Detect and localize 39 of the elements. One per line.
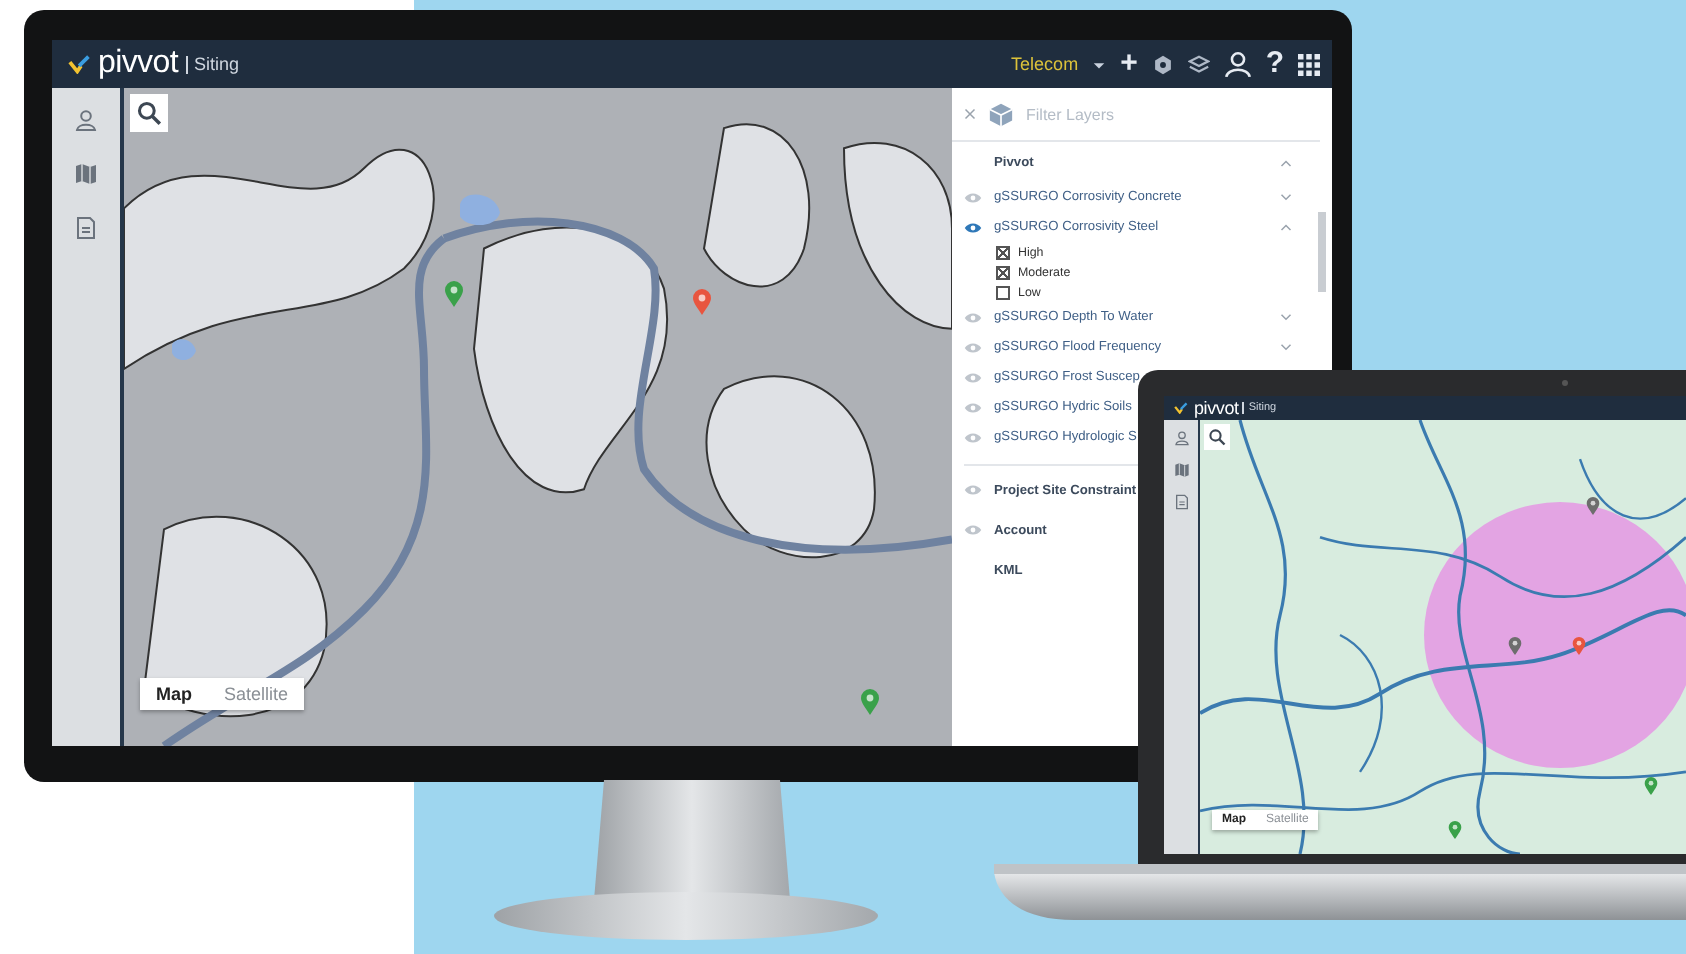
map-pin-icon[interactable]: [1586, 496, 1600, 516]
help-button[interactable]: ?: [1265, 48, 1284, 80]
checkbox[interactable]: [996, 245, 1010, 259]
chevron-icon[interactable]: [1280, 312, 1292, 322]
camera-icon: [1562, 380, 1568, 386]
product-name: Siting: [186, 55, 240, 73]
map-pin-icon[interactable]: [860, 688, 880, 716]
map-pin-icon[interactable]: [1572, 636, 1586, 656]
map-pin-icon[interactable]: [1448, 820, 1462, 840]
workspace-dropdown[interactable]: Telecom: [1011, 54, 1079, 74]
hexagon-icon[interactable]: [1151, 53, 1174, 75]
logo-icon: [68, 54, 94, 74]
chevron-icon[interactable]: [1280, 192, 1292, 202]
user-icon[interactable]: [1223, 50, 1252, 78]
map-type-tab[interactable]: Map: [140, 678, 208, 710]
map-pin-icon[interactable]: [1508, 636, 1522, 656]
scrollbar[interactable]: [1318, 212, 1326, 292]
map-icon[interactable]: [1173, 462, 1189, 478]
chevron-icon[interactable]: [1280, 342, 1292, 352]
logo-icon: [1174, 402, 1190, 414]
map-pin-icon[interactable]: [1644, 776, 1658, 796]
eye-icon[interactable]: [964, 221, 982, 233]
logo-text: pivvot: [98, 46, 178, 82]
checkbox[interactable]: [996, 285, 1010, 299]
search-button[interactable]: [1204, 424, 1230, 450]
search-button[interactable]: [130, 94, 168, 132]
map-pin-icon[interactable]: [692, 288, 712, 316]
logo-text: pivvot: [1194, 398, 1239, 418]
map-pin-icon[interactable]: [444, 280, 464, 308]
add-button[interactable]: +: [1120, 48, 1138, 80]
caret-icon[interactable]: [1092, 57, 1107, 71]
map-icon[interactable]: [74, 162, 98, 186]
document-icon[interactable]: [74, 216, 98, 240]
chevron-icon[interactable]: [1280, 157, 1292, 167]
document-icon[interactable]: [1173, 494, 1189, 510]
close-icon[interactable]: [964, 108, 976, 120]
chevron-icon[interactable]: [1280, 222, 1292, 232]
checkbox[interactable]: [996, 265, 1010, 279]
apps-grid-icon[interactable]: [1298, 53, 1320, 75]
